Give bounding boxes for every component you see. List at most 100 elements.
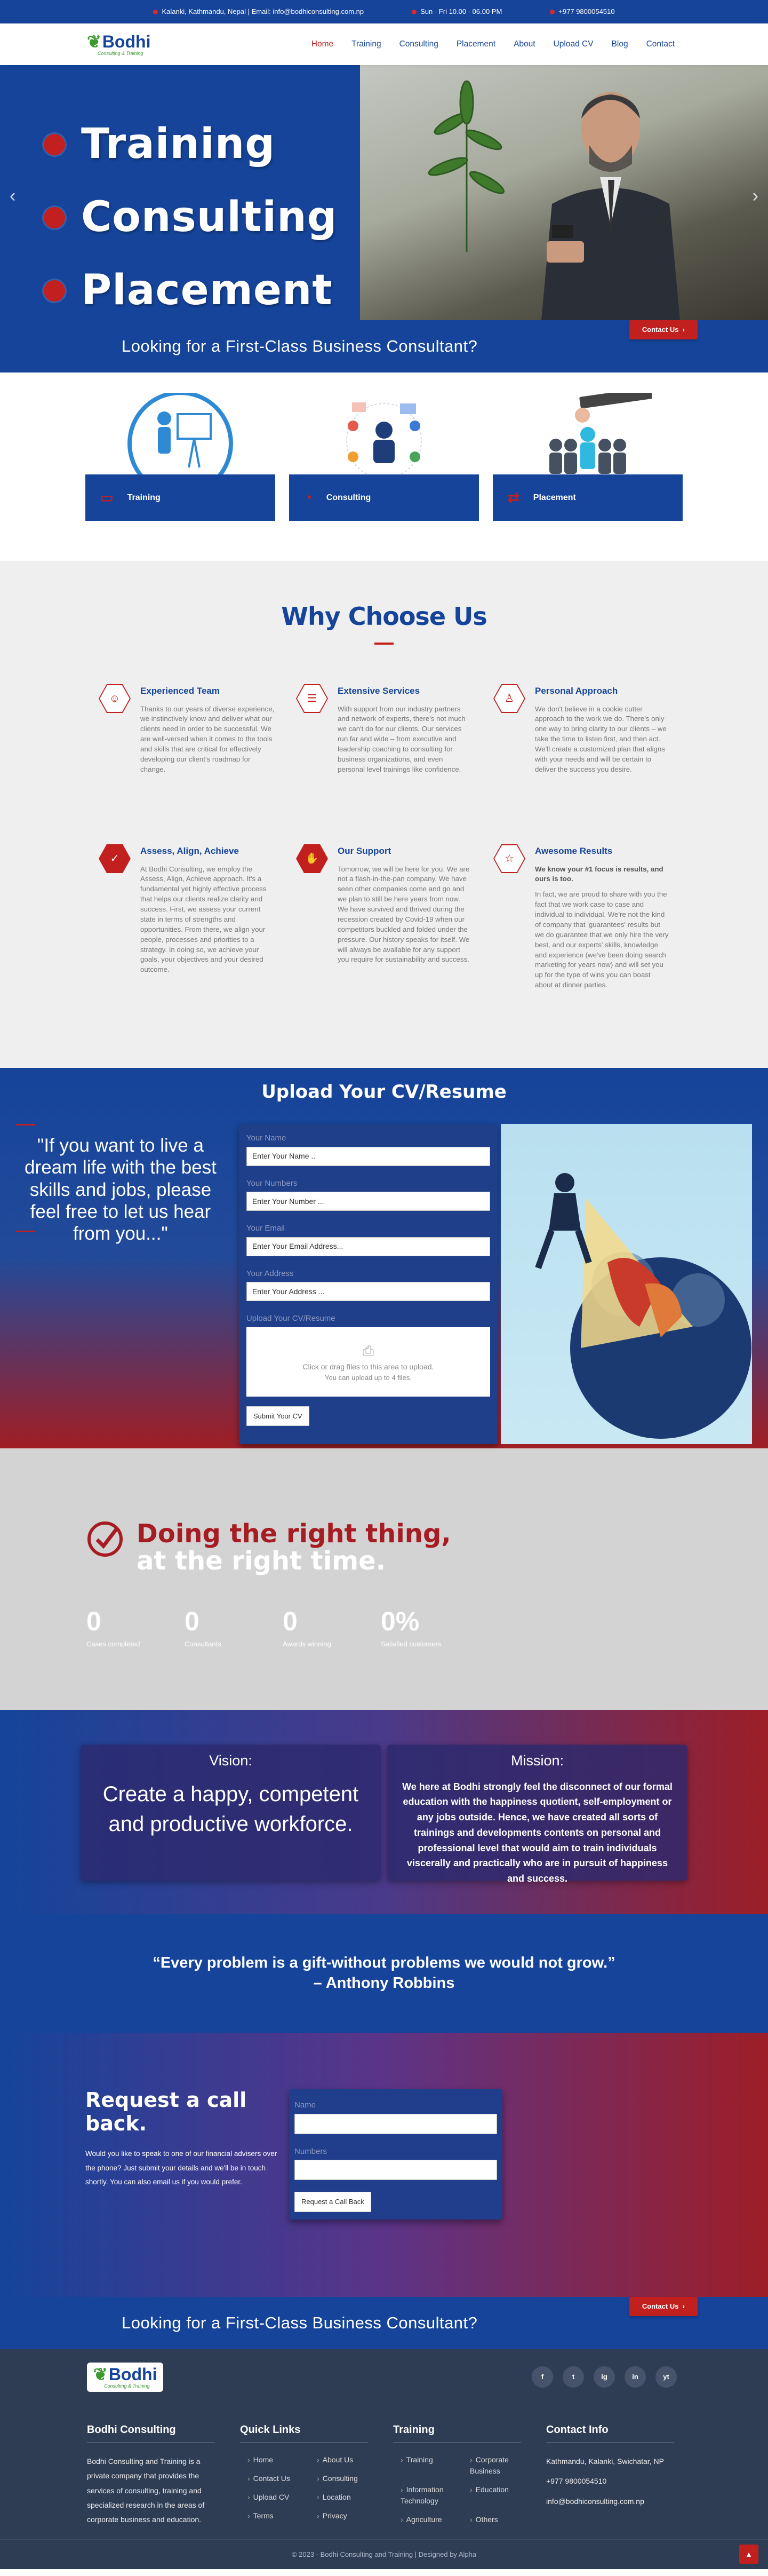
footer-link-about[interactable]: About Us	[317, 2454, 386, 2466]
nav-blog[interactable]: Blog	[612, 38, 628, 50]
upload-box-icon: ⎙	[363, 1342, 374, 1359]
footer-training-link[interactable]: Corporate Business	[470, 2454, 539, 2477]
youtube-icon[interactable]: yt	[655, 2366, 677, 2388]
feature-title: Personal Approach	[535, 686, 618, 696]
number-input[interactable]: Enter Your Number ...	[246, 1192, 491, 1211]
topbar-phone[interactable]: +977 9800054510	[558, 6, 614, 17]
footer-link-contact[interactable]: Contact Us	[247, 2473, 317, 2484]
bullet-icon	[44, 133, 65, 155]
contact-us-button[interactable]: Contact Us ›	[629, 320, 698, 339]
footer-training-link[interactable]: Training	[401, 2454, 470, 2477]
why-title: Why Choose Us	[281, 602, 487, 631]
footer-about-title: Bodhi Consulting	[87, 2422, 215, 2443]
mission-heading: Mission:	[510, 1753, 564, 1769]
feature-title: Experienced Team	[140, 686, 220, 696]
submit-cv-button[interactable]: Submit Your CV	[246, 1406, 309, 1426]
service-card-consulting[interactable]: ◔ Consulting	[289, 393, 479, 521]
topbar-hours: Sun - Fri 10.00 - 06.00 PM	[420, 7, 502, 16]
brand-logo[interactable]: ❦ Bodhi Consulting & Training	[87, 33, 150, 56]
footer-link-upload-cv[interactable]: Upload CV	[247, 2492, 317, 2503]
hero-line-consulting: Consulting	[81, 193, 338, 241]
callback-title: Request a call back.	[85, 2088, 247, 2135]
drop-subtext: You can upload up to 4 files.	[325, 1373, 412, 1382]
name-input[interactable]: Enter Your Name ..	[246, 1146, 491, 1166]
quote-text: “Every problem is a gift-without problem…	[153, 1954, 615, 1972]
footer-link-home[interactable]: Home	[247, 2454, 317, 2466]
footer-link-terms[interactable]: Terms	[247, 2510, 317, 2522]
slider-next-arrow-icon[interactable]: ›	[753, 183, 758, 210]
file-drop-zone[interactable]: ⎙ Click or drag files to this area to up…	[246, 1327, 491, 1397]
instagram-icon[interactable]: ig	[594, 2366, 615, 2388]
nav-upload-cv[interactable]: Upload CV	[554, 38, 594, 50]
check-icon: ✓	[99, 844, 131, 873]
footer-training-link[interactable]: Agriculture	[401, 2514, 470, 2525]
footer-logo[interactable]: ❦ Bodhi Consulting & Training	[87, 2362, 164, 2392]
feature-experienced-team: ☺ Experienced Team Thanks to our years of…	[99, 684, 275, 844]
top-bar: Kalanki, Kathmandu, Nepal | Email: info@…	[0, 0, 768, 23]
copyright: © 2023 - Bodhi Consulting and Training |…	[0, 2539, 768, 2569]
service-card-placement[interactable]: ⇄ Placement	[493, 393, 683, 521]
quote-line-top	[16, 1124, 35, 1125]
slider-prev-arrow-icon[interactable]: ‹	[10, 183, 15, 210]
service-label: Training	[127, 493, 161, 502]
footer-training-link[interactable]: Others	[470, 2514, 539, 2525]
leaf-icon: ❦	[87, 31, 101, 51]
quote-author: – Anthony Robbins	[313, 1975, 455, 1992]
linkedin-icon[interactable]: in	[625, 2366, 646, 2388]
footer-training-link[interactable]: Education	[470, 2484, 539, 2507]
cv-form: Your Name Enter Your Name .. Your Number…	[238, 1124, 498, 1444]
vision-mission-section: Vision: Create a happy, competent and pr…	[0, 1710, 768, 1914]
stats-title-line1: Doing the right thing,	[137, 1519, 451, 1549]
service-label: Placement	[533, 493, 576, 502]
nav-placement[interactable]: Placement	[457, 38, 495, 50]
nav-contact[interactable]: Contact	[646, 38, 675, 50]
callback-name-input[interactable]	[294, 2113, 497, 2134]
cv-illustration	[501, 1124, 752, 1444]
callback-number-input[interactable]	[294, 2160, 497, 2180]
list-icon: ☰	[296, 684, 328, 713]
check-circle-icon	[87, 1521, 123, 1557]
flashlight-head-illustration	[535, 1173, 752, 1439]
consultant-cta-band-bottom: Looking for a First-Class Business Consu…	[0, 2297, 768, 2349]
request-callback-button[interactable]: Request a Call Back	[294, 2192, 371, 2212]
footer-address: Kathmandu, Kalanki, Swichatar, NP	[546, 2457, 665, 2466]
nav-about[interactable]: About	[514, 38, 535, 50]
cv-label: Upload Your CV/Resume	[246, 1314, 335, 1323]
feature-title: Extensive Services	[338, 686, 420, 696]
service-card-training[interactable]: ▭ Training	[85, 393, 275, 521]
address-input[interactable]: Enter Your Address ...	[246, 1282, 491, 1301]
why-choose-us-section: Why Choose Us ☺ Experienced Team Thanks t…	[0, 561, 768, 1068]
footer-about-text: Bodhi Consulting and Training is a priva…	[87, 2457, 205, 2524]
vision-box: Vision: Create a happy, competent and pr…	[81, 1745, 381, 1881]
topbar-location: Kalanki, Kathmandu, Nepal | Email: info@…	[162, 7, 364, 16]
nav-training[interactable]: Training	[351, 38, 381, 50]
services-section: ▭ Training ◔ Consulting ⇄ Placement	[0, 372, 768, 561]
nav-home[interactable]: Home	[311, 38, 333, 50]
feature-text: In fact, we are proud to share with you …	[535, 890, 669, 989]
cta-band-title: Looking for a First-Class Business Consu…	[122, 2313, 478, 2332]
footer-training-link[interactable]: Information Technology	[401, 2484, 470, 2507]
leaf-icon: ❦	[93, 2364, 108, 2384]
contact-us-button[interactable]: Contact Us ›	[629, 2297, 698, 2316]
footer-contact-title: Contact Info	[546, 2422, 674, 2443]
stat-satisfaction: 0% Satisfied customers	[381, 1606, 442, 1648]
footer-link-location[interactable]: Location	[317, 2492, 386, 2503]
footer-link-privacy[interactable]: Privacy	[317, 2510, 386, 2522]
twitter-icon[interactable]: t	[563, 2366, 584, 2388]
feature-text: At Bodhi Consulting, we employ the Asses…	[140, 865, 267, 974]
feature-title: Assess, Align, Achieve	[140, 846, 239, 856]
footer-phone[interactable]: +977 9800054510	[546, 2474, 674, 2488]
footer-link-consulting[interactable]: Consulting	[317, 2473, 386, 2484]
email-input[interactable]: Enter Your Email Address...	[246, 1237, 491, 1256]
callback-number-label: Numbers	[294, 2146, 327, 2156]
upload-quote: "If you want to live a dream life with t…	[24, 1135, 217, 1245]
facebook-icon[interactable]: f	[532, 2366, 553, 2388]
footer-email[interactable]: info@bodhiconsulting.com.np	[546, 2494, 674, 2509]
scroll-to-top-icon[interactable]: ▲	[739, 2545, 758, 2564]
address-label: Your Address	[246, 1269, 294, 1278]
vision-text: Create a happy, competent and productive…	[102, 1782, 359, 1836]
main-navbar: ❦ Bodhi Consulting & Training Home Traini…	[0, 23, 768, 65]
nav-consulting[interactable]: Consulting	[399, 38, 438, 50]
placement-illustration	[549, 393, 652, 474]
phone-icon	[550, 9, 555, 14]
